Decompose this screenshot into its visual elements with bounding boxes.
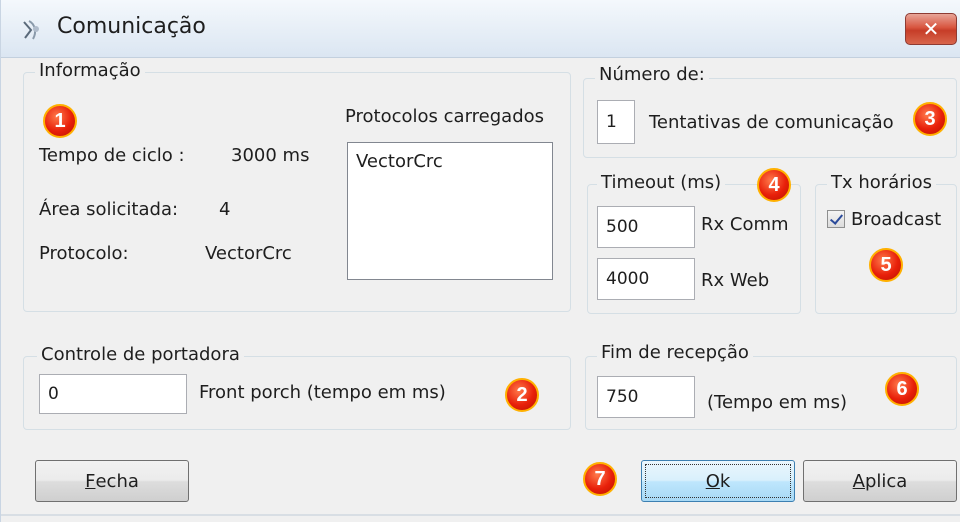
fecha-mnemonic: F xyxy=(85,470,96,492)
badge-1: 1 xyxy=(43,104,77,138)
fecha-label: echa xyxy=(95,470,139,492)
badge-4: 4 xyxy=(757,168,791,202)
badge-3: 3 xyxy=(913,102,947,136)
ok-button[interactable]: Ok xyxy=(641,460,795,502)
front-porch-label: Front porch (tempo em ms) xyxy=(199,382,446,403)
fim-recepcao-label: (Tempo em ms) xyxy=(707,392,847,413)
close-button[interactable]: ✕ xyxy=(905,13,957,45)
aplica-mnemonic: A xyxy=(852,470,865,492)
tentativas-input[interactable]: 1 xyxy=(597,100,635,144)
close-icon: ✕ xyxy=(922,17,940,41)
protocolo-label: Protocolo: xyxy=(39,243,129,264)
dialog-bottom-border xyxy=(1,514,960,516)
protocolos-listbox[interactable]: VectorCrc xyxy=(347,142,553,280)
broadcast-label[interactable]: Broadcast xyxy=(851,209,941,230)
aplica-button[interactable]: Aplica xyxy=(803,460,957,502)
broadcast-checkbox[interactable] xyxy=(827,210,845,228)
tx-horarios-legend: Tx horários xyxy=(827,172,937,193)
front-porch-value: 0 xyxy=(48,384,59,404)
fim-recepcao-input[interactable]: 750 xyxy=(597,376,695,418)
rx-web-value: 4000 xyxy=(606,269,650,289)
area-solicitada-label: Área solicitada: xyxy=(39,199,179,220)
tempo-ciclo-value: 3000 ms xyxy=(231,145,310,166)
fim-recepcao-legend: Fim de recepção xyxy=(597,342,753,363)
badge-5: 5 xyxy=(869,248,903,282)
title-bar[interactable]: Comunicação ✕ xyxy=(1,0,960,58)
tentativas-label: Tentativas de comunicação xyxy=(649,112,894,133)
informacao-legend: Informação xyxy=(35,60,145,81)
badge-7: 7 xyxy=(583,462,617,496)
badge-2: 2 xyxy=(505,378,539,412)
fim-recepcao-value: 750 xyxy=(606,387,639,407)
rx-web-input[interactable]: 4000 xyxy=(597,258,695,300)
aplica-label: plica xyxy=(864,470,908,492)
protocolo-value: VectorCrc xyxy=(205,243,292,264)
comunicacao-dialog: Comunicação ✕ Informação 1 Tempo de cicl… xyxy=(0,0,960,522)
list-item[interactable]: VectorCrc xyxy=(356,151,544,172)
numero-legend: Número de: xyxy=(595,64,709,85)
portadora-legend: Controle de portadora xyxy=(37,344,244,365)
front-porch-input[interactable]: 0 xyxy=(39,374,187,414)
timeout-legend: Timeout (ms) xyxy=(597,172,726,193)
area-solicitada-value: 4 xyxy=(219,199,231,220)
rx-comm-label: Rx Comm xyxy=(701,214,789,235)
rx-comm-input[interactable]: 500 xyxy=(597,206,695,248)
badge-6: 6 xyxy=(885,372,919,406)
fecha-button[interactable]: Fecha xyxy=(35,460,189,502)
rx-web-label: Rx Web xyxy=(701,270,770,291)
focus-ring xyxy=(645,464,791,498)
window-title: Comunicação xyxy=(57,14,206,39)
app-icon xyxy=(21,18,43,42)
tentativas-value: 1 xyxy=(606,112,617,132)
protocolos-carregados-label: Protocolos carregados xyxy=(345,106,545,127)
tempo-ciclo-label: Tempo de ciclo : xyxy=(39,145,185,166)
rx-comm-value: 500 xyxy=(606,217,639,237)
